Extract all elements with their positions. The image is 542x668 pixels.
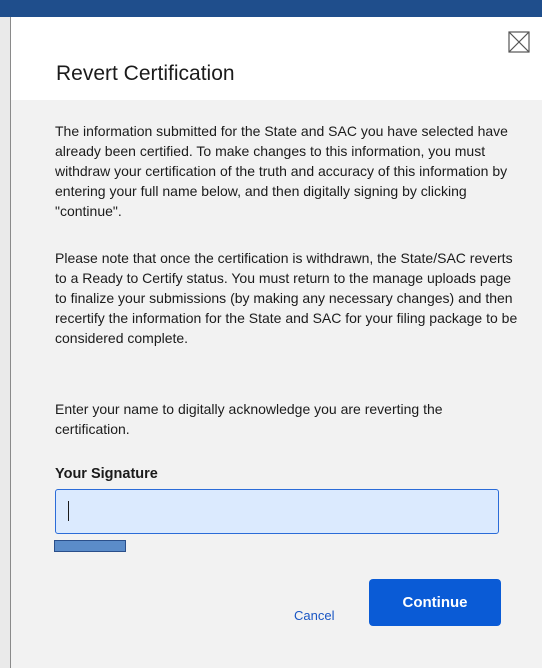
withdrawal-note-text: Please note that once the certification … <box>55 250 518 346</box>
dialog-header: Revert Certification <box>11 17 542 100</box>
signature-input[interactable] <box>55 489 499 534</box>
revert-certification-dialog: Revert Certification The information sub… <box>11 17 542 668</box>
signature-instructions-text: Enter your name to digitally acknowledge… <box>55 401 443 437</box>
text-cursor <box>68 501 69 521</box>
signature-label: Your Signature <box>55 466 158 482</box>
certification-notice-text: The information submitted for the State … <box>55 123 508 219</box>
dialog-body: The information submitted for the State … <box>11 100 542 668</box>
autofill-suggestion-chip[interactable] <box>54 540 126 552</box>
page-header-bar <box>0 0 542 17</box>
background-page-edge <box>0 17 11 668</box>
cancel-button[interactable]: Cancel <box>294 608 334 623</box>
close-icon[interactable] <box>508 31 530 53</box>
dialog-title: Revert Certification <box>56 62 235 85</box>
continue-button[interactable]: Continue <box>369 579 501 626</box>
